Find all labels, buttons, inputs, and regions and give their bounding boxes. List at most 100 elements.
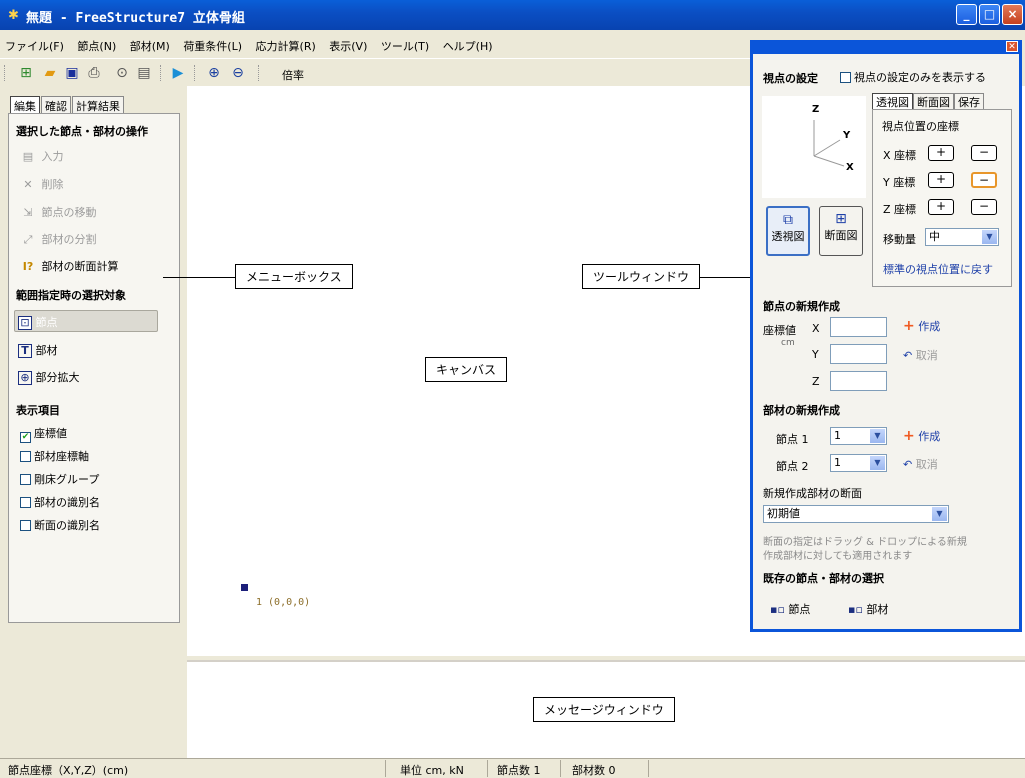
member-pick-icon: ▪▫ xyxy=(848,603,863,616)
z-input[interactable] xyxy=(830,371,887,391)
unit-label: cm xyxy=(781,338,795,348)
member-create-button[interactable]: + 作成 xyxy=(903,428,940,444)
zoom-in-icon[interactable]: ⊕ xyxy=(204,63,224,83)
display-rigid-floor[interactable]: 剛床グループ xyxy=(20,471,99,487)
move-amount-select[interactable]: 中 ▼ xyxy=(925,228,999,246)
y-label: Y xyxy=(812,348,819,361)
open-folder-icon[interactable]: ▰ xyxy=(40,63,60,83)
callout-message-window: メッセージウィンドウ xyxy=(533,697,675,722)
y-input[interactable] xyxy=(830,344,887,364)
menu-node[interactable]: 節点(N) xyxy=(72,36,121,56)
member-cancel-label: 取消 xyxy=(915,458,938,471)
print-icon[interactable]: ⎙ xyxy=(84,63,104,83)
chevron-down-icon: ▼ xyxy=(932,507,947,521)
section-view-button[interactable]: ⊞ 断面図 xyxy=(819,206,863,256)
member-cancel-button[interactable]: ↶ 取消 xyxy=(903,456,938,472)
new-file-icon[interactable]: ⊞ xyxy=(16,63,36,83)
title-bar: ✱ 無題 - FreeStructure7 立体骨組 _ □ × xyxy=(0,0,1025,30)
section-select[interactable]: 初期値 ▼ xyxy=(763,505,949,523)
node1-select[interactable]: 1 ▼ xyxy=(830,427,887,445)
existing-node-label: 節点 xyxy=(788,603,811,616)
toolbar-separator xyxy=(194,65,196,81)
section-calc-icon: I? xyxy=(22,260,34,273)
chevron-down-icon: ▼ xyxy=(870,456,885,470)
op-section-calc[interactable]: I? 部材の断面計算 xyxy=(18,258,119,274)
close-button[interactable]: × xyxy=(1002,4,1023,25)
toolbar: ⊞ ▰ ▣ ⎙ ⊙ ▤ ▶ ⊕ ⊖ 倍率 xyxy=(0,58,760,86)
print-preview-icon[interactable]: ⊙ xyxy=(112,63,132,83)
z-plus-button[interactable]: + xyxy=(928,199,954,215)
existing-node-button[interactable]: ▪▫ 節点 xyxy=(770,601,810,617)
menu-file[interactable]: ファイル(F) xyxy=(0,36,69,56)
menu-help[interactable]: ヘルプ(H) xyxy=(438,36,498,56)
node2-select[interactable]: 1 ▼ xyxy=(830,454,887,472)
save-icon[interactable]: ▣ xyxy=(62,63,82,83)
menu-tools[interactable]: ツール(T) xyxy=(376,36,434,56)
y-minus-button[interactable]: − xyxy=(971,172,997,188)
reset-viewpoint-link[interactable]: 標準の視点位置に戻す xyxy=(883,261,993,277)
display-member-axis[interactable]: 部材座標軸 xyxy=(20,448,89,464)
plus-icon: + xyxy=(903,318,915,334)
op-delete[interactable]: ✕ 削除 xyxy=(18,176,63,192)
target-member[interactable]: T 部材 xyxy=(18,342,58,358)
checkbox-coords[interactable]: ✔ xyxy=(20,432,31,443)
toolbar-separator xyxy=(160,65,162,81)
y-plus-button[interactable]: + xyxy=(928,172,954,188)
tool-window-close-button[interactable]: ✕ xyxy=(1006,41,1018,52)
target-node[interactable]: ⊡ 節点 xyxy=(18,314,58,330)
node2-label: 節点 2 xyxy=(776,460,809,473)
node-new-title: 節点の新規作成 xyxy=(763,300,840,313)
checkbox-member-axis[interactable] xyxy=(20,451,31,462)
x-plus-button[interactable]: + xyxy=(928,145,954,161)
checkbox-viewpoint-only[interactable] xyxy=(840,72,851,83)
viewpoint-only-option[interactable]: 視点の設定のみを表示する xyxy=(840,69,986,85)
x-input[interactable] xyxy=(830,317,887,337)
tab-save[interactable]: 保存 xyxy=(954,93,984,110)
target-zoom-label: 部分拡大 xyxy=(35,371,80,384)
display-section-id[interactable]: 断面の識別名 xyxy=(20,517,100,533)
coord-value-label: 座標値 xyxy=(763,324,796,337)
z-minus-button[interactable]: − xyxy=(971,199,997,215)
z-label: Z xyxy=(812,375,820,388)
checkbox-section-id[interactable] xyxy=(20,520,31,531)
status-member-count: 部材数 0 xyxy=(572,764,616,777)
op-move-node[interactable]: ⇲ 節点の移動 xyxy=(18,204,96,220)
minimize-button[interactable]: _ xyxy=(956,4,977,25)
menu-load[interactable]: 荷重条件(L) xyxy=(178,36,247,56)
section-display-items: 表示項目 xyxy=(16,404,60,417)
undo-icon: ↶ xyxy=(903,458,913,471)
status-unit: 単位 cm, kN xyxy=(400,764,464,777)
node2-value: 1 xyxy=(834,456,841,469)
zoom-label[interactable]: 倍率 xyxy=(282,67,304,83)
checkbox-rigid-floor[interactable] xyxy=(20,474,31,485)
display-member-axis-label: 部材座標軸 xyxy=(34,450,89,463)
zoom-out-icon[interactable]: ⊖ xyxy=(228,63,248,83)
page-setup-icon[interactable]: ▤ xyxy=(134,63,154,83)
section-range-target: 範囲指定時の選択対象 xyxy=(16,289,126,302)
callout-tool-window: ツールウィンドウ xyxy=(582,264,701,289)
status-divider xyxy=(560,760,561,777)
node-create-button[interactable]: + 作成 xyxy=(903,318,940,334)
maximize-button[interactable]: □ xyxy=(979,4,1000,25)
node-marker[interactable] xyxy=(241,584,248,591)
menu-member[interactable]: 部材(M) xyxy=(125,36,175,56)
perspective-view-button[interactable]: ⧉ 透視図 xyxy=(766,206,810,256)
op-split-member[interactable]: ⤢ 部材の分割 xyxy=(18,231,97,247)
existing-member-button[interactable]: ▪▫ 部材 xyxy=(848,601,888,617)
menu-view[interactable]: 表示(V) xyxy=(324,36,372,56)
display-coords[interactable]: ✔ 座標値 xyxy=(20,425,67,443)
node-pick-icon: ▪▫ xyxy=(770,603,785,616)
x-minus-button[interactable]: − xyxy=(971,145,997,161)
move-node-icon: ⇲ xyxy=(23,206,33,219)
menu-stress[interactable]: 応力計算(R) xyxy=(251,36,321,56)
tab-perspective[interactable]: 透視図 xyxy=(872,93,913,110)
target-zoom[interactable]: ⊕ 部分拡大 xyxy=(18,369,80,385)
tab-section[interactable]: 断面図 xyxy=(913,93,954,110)
window-title: 無題 - FreeStructure7 立体骨組 xyxy=(26,11,245,26)
node-cancel-button[interactable]: ↶ 取消 xyxy=(903,347,938,363)
checkbox-member-id[interactable] xyxy=(20,497,31,508)
status-divider xyxy=(385,760,386,777)
op-input[interactable]: ▤ 入力 xyxy=(18,148,64,164)
display-member-id[interactable]: 部材の識別名 xyxy=(20,494,100,510)
run-icon[interactable]: ▶ xyxy=(168,63,188,83)
